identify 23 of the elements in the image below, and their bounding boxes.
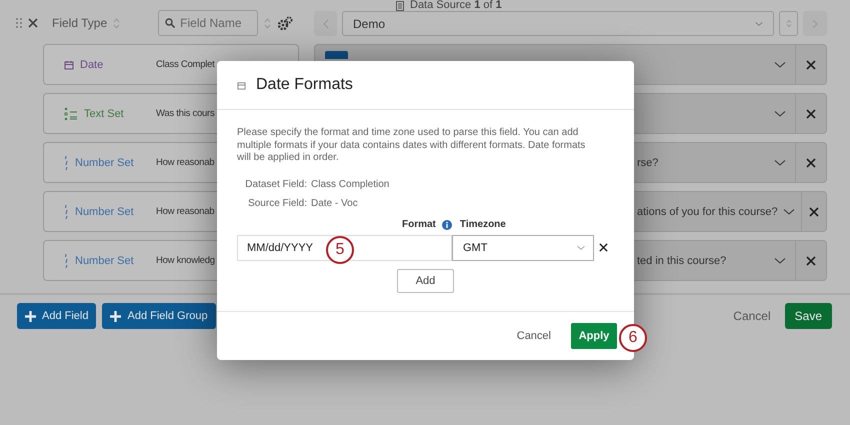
source-question: rse? xyxy=(637,156,658,168)
timezone-label: Timezone xyxy=(460,219,506,230)
data-source-label: Data Source 1 of 1 xyxy=(410,0,502,11)
detail-value: Class Completion xyxy=(311,178,390,190)
field-question: How reasonab xyxy=(156,157,214,168)
field-type: Number Set xyxy=(75,156,134,168)
source-question: ted in this course? xyxy=(637,254,726,266)
format-label: Format xyxy=(402,219,436,230)
field-type: Number Set xyxy=(75,206,134,218)
step-marker: 5 xyxy=(326,236,354,264)
field-type: Date xyxy=(80,58,104,70)
source-question: ations of you for this course? xyxy=(637,206,778,218)
field-question: Class Complet xyxy=(156,59,215,70)
column-header: Field Type xyxy=(52,16,108,30)
timezone-value: GMT xyxy=(463,242,488,254)
step-marker: 6 xyxy=(619,324,647,352)
select-value: Demo xyxy=(353,16,386,30)
detail-value: Date - Voc xyxy=(311,198,358,208)
field-type: Text Set xyxy=(84,108,124,120)
field-question: How reasonab xyxy=(156,206,214,217)
field-question: How knowledg xyxy=(156,255,215,266)
field-question: Was this cours xyxy=(156,108,214,119)
field-type: Number Set xyxy=(75,254,134,266)
